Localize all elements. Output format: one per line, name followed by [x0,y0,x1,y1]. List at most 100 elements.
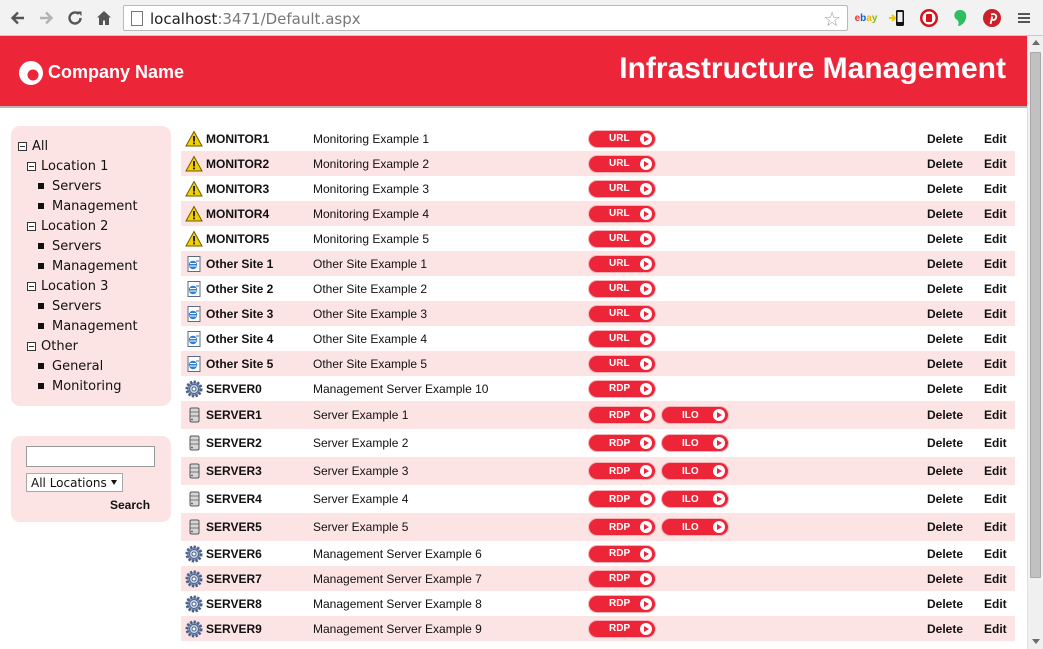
edit-link[interactable]: Edit [984,357,1007,371]
delete-link[interactable]: Delete [927,622,963,636]
url-button[interactable]: URL [589,155,655,172]
tree-node-location-1[interactable]: Location 1 [27,157,108,175]
tree-node-location-3[interactable]: Location 3 [27,277,108,295]
home-icon[interactable] [92,6,116,30]
delete-link[interactable]: Delete [927,520,963,534]
delete-link[interactable]: Delete [927,492,963,506]
url-button[interactable]: URL [589,180,655,197]
rdp-button[interactable]: RDP [589,545,655,562]
page-scrollbar[interactable] [1027,36,1043,649]
rdp-button[interactable]: RDP [589,435,655,451]
ilo-button[interactable]: ILO [662,519,728,535]
reload-icon[interactable] [63,6,87,30]
search-input[interactable] [26,446,155,467]
rdp-button[interactable]: RDP [589,620,655,637]
tree-leaf-other-general[interactable]: General [38,357,103,375]
tree-leaf-location-2-servers[interactable]: Servers [38,237,101,255]
delete-link[interactable]: Delete [927,464,963,478]
tree-leaf-other-monitoring[interactable]: Monitoring [38,377,122,395]
ebay-extension-icon[interactable]: ebay [855,7,878,29]
tree-leaf-location-2-management[interactable]: Management [38,257,138,275]
rdp-button[interactable]: RDP [589,595,655,612]
collapse-icon[interactable] [27,221,36,231]
delete-link[interactable]: Delete [927,357,963,371]
url-button[interactable]: URL [589,330,655,347]
adblock-extension-icon[interactable] [918,7,940,29]
rdp-button[interactable]: RDP [589,570,655,587]
collapse-icon[interactable] [27,281,36,291]
url-button[interactable]: URL [589,255,655,272]
edit-link[interactable]: Edit [984,520,1007,534]
edit-link[interactable]: Edit [984,207,1007,221]
url-button[interactable]: URL [589,355,655,372]
delete-link[interactable]: Delete [927,307,963,321]
edit-link[interactable]: Edit [984,157,1007,171]
tree-leaf-location-1-servers[interactable]: Servers [38,177,101,195]
pinterest-extension-icon[interactable] [981,7,1003,29]
delete-link[interactable]: Delete [927,547,963,561]
menu-icon[interactable] [1013,7,1035,29]
url-button[interactable]: URL [589,205,655,222]
delete-link[interactable]: Delete [927,257,963,271]
phone-extension-icon[interactable] [886,7,908,29]
scroll-down-icon[interactable] [1032,639,1040,644]
tree-node-location-2[interactable]: Location 2 [27,217,108,235]
bookmark-star-icon[interactable]: ☆ [823,7,841,32]
edit-link[interactable]: Edit [984,597,1007,611]
scroll-up-icon[interactable] [1032,40,1040,45]
collapse-icon[interactable] [18,141,27,151]
edit-link[interactable]: Edit [984,464,1007,478]
tree-leaf-location-3-management[interactable]: Management [38,317,138,335]
ilo-button[interactable]: ILO [662,407,728,423]
collapse-icon[interactable] [27,341,36,351]
address-bar[interactable]: localhost:3471/Default.aspx ☆ [123,5,848,31]
rdp-button[interactable]: RDP [589,519,655,535]
url-button[interactable]: URL [589,305,655,322]
delete-link[interactable]: Delete [927,408,963,422]
tree-leaf-location-1-management[interactable]: Management [38,197,138,215]
url-button[interactable]: URL [589,280,655,297]
delete-link[interactable]: Delete [927,132,963,146]
edit-link[interactable]: Edit [984,182,1007,196]
rdp-button[interactable]: RDP [589,380,655,397]
edit-link[interactable]: Edit [984,232,1007,246]
ilo-button[interactable]: ILO [662,463,728,479]
edit-link[interactable]: Edit [984,307,1007,321]
edit-link[interactable]: Edit [984,282,1007,296]
edit-link[interactable]: Edit [984,436,1007,450]
edit-link[interactable]: Edit [984,257,1007,271]
scroll-thumb[interactable] [1030,52,1041,578]
delete-link[interactable]: Delete [927,232,963,246]
rdp-button[interactable]: RDP [589,407,655,423]
tree-leaf-location-3-servers[interactable]: Servers [38,297,101,315]
delete-link[interactable]: Delete [927,572,963,586]
delete-link[interactable]: Delete [927,182,963,196]
tree-node-all[interactable]: All [18,137,48,155]
edit-link[interactable]: Edit [984,547,1007,561]
rdp-button[interactable]: RDP [589,491,655,507]
edit-link[interactable]: Edit [984,382,1007,396]
url-button[interactable]: URL [589,230,655,247]
delete-link[interactable]: Delete [927,157,963,171]
edit-link[interactable]: Edit [984,132,1007,146]
delete-link[interactable]: Delete [927,597,963,611]
edit-link[interactable]: Edit [984,408,1007,422]
ilo-button[interactable]: ILO [662,435,728,451]
edit-link[interactable]: Edit [984,492,1007,506]
evernote-extension-icon[interactable] [949,7,971,29]
delete-link[interactable]: Delete [927,436,963,450]
delete-link[interactable]: Delete [927,207,963,221]
url-button[interactable]: URL [589,130,655,147]
back-icon[interactable] [6,6,30,30]
edit-link[interactable]: Edit [984,332,1007,346]
delete-link[interactable]: Delete [927,282,963,296]
collapse-icon[interactable] [27,161,36,171]
delete-link[interactable]: Delete [927,382,963,396]
delete-link[interactable]: Delete [927,332,963,346]
rdp-button[interactable]: RDP [589,463,655,479]
edit-link[interactable]: Edit [984,622,1007,636]
forward-icon[interactable] [34,6,58,30]
location-select[interactable]: All Locations [26,473,123,492]
search-button[interactable]: Search [110,498,150,512]
tree-node-other[interactable]: Other [27,337,78,355]
